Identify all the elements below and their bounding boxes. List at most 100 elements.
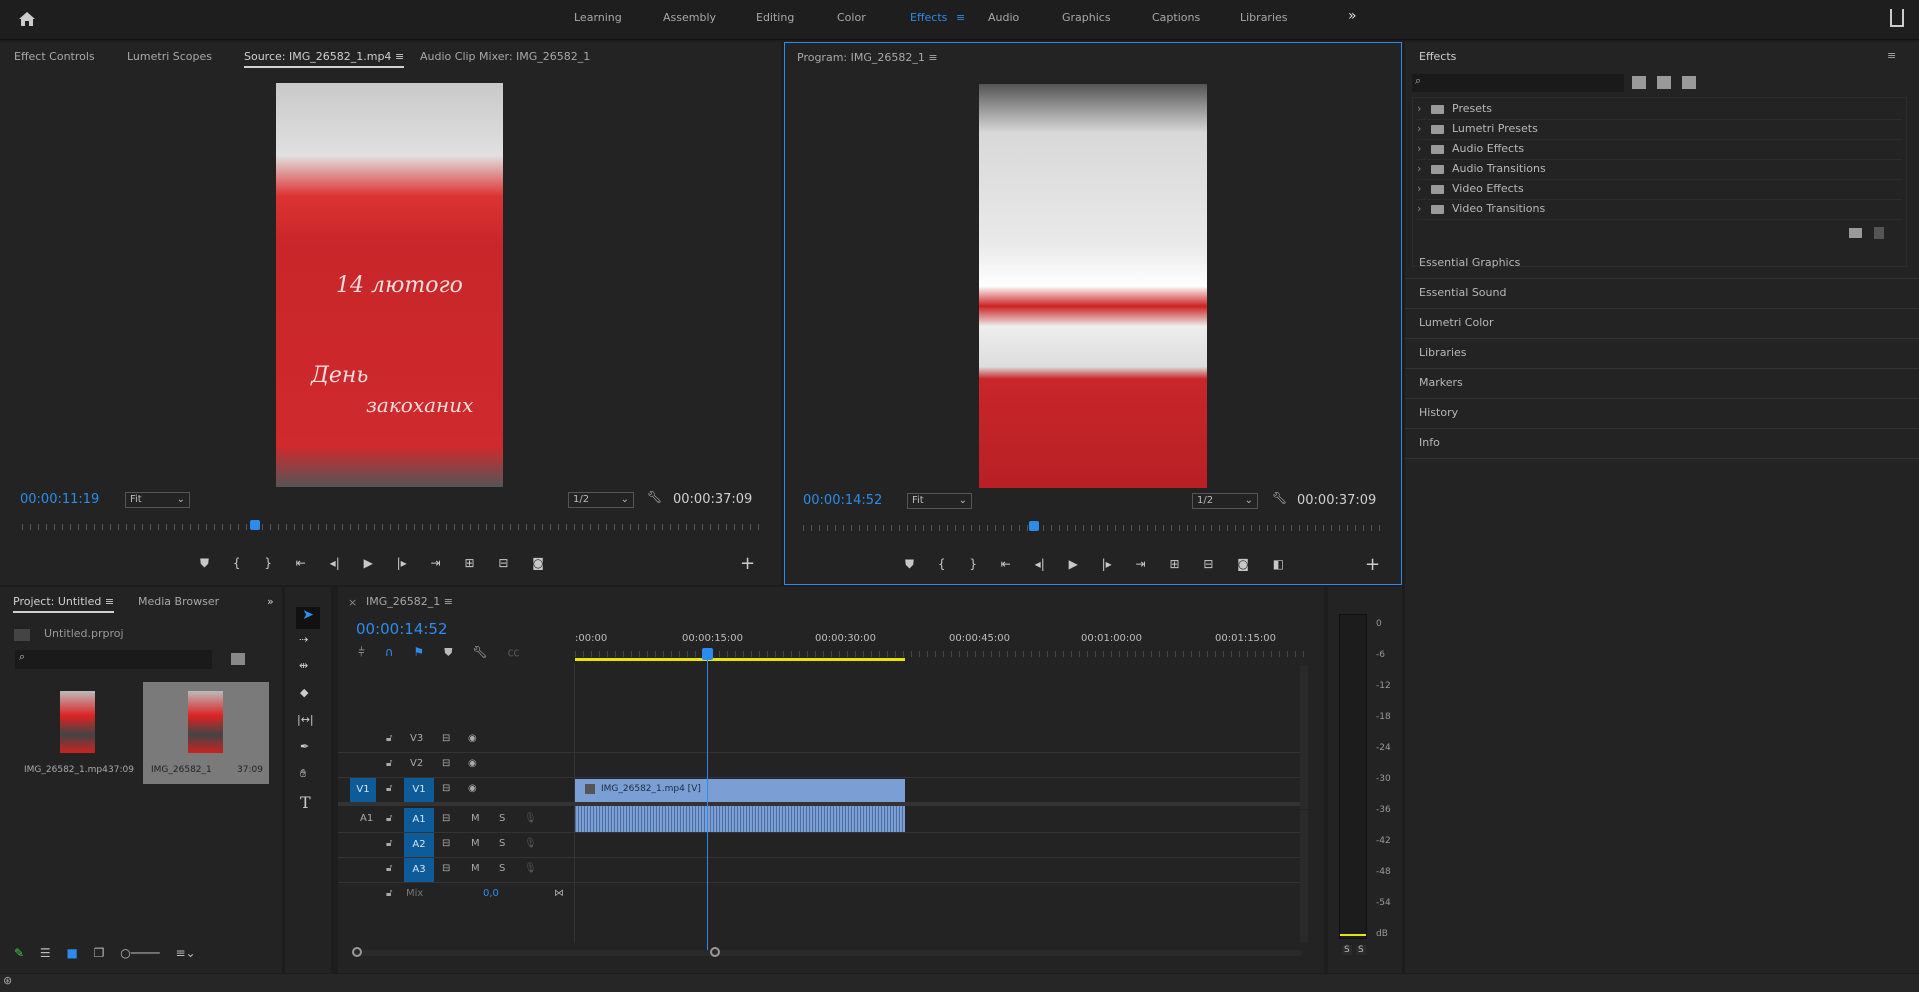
- source-patch-v1[interactable]: V1: [350, 778, 376, 802]
- chevron-down-icon[interactable]: ⌄: [186, 946, 196, 960]
- add-marker-icon[interactable]: ⛊: [444, 645, 453, 659]
- track-target-a3[interactable]: A3: [404, 858, 434, 882]
- workspace-graphics[interactable]: Graphics: [1062, 11, 1111, 24]
- eye-icon[interactable]: ◉: [468, 758, 477, 769]
- resolution-dropdown[interactable]: 1/2 ⌄: [568, 492, 634, 508]
- step-forward-icon[interactable]: |▸: [397, 556, 407, 570]
- trash-icon[interactable]: [1874, 227, 1884, 239]
- solo-left-button[interactable]: S: [1342, 945, 1352, 955]
- accelerated-effects-icon[interactable]: [1632, 76, 1646, 89]
- type-tool-icon[interactable]: T: [300, 793, 311, 812]
- wrench-icon[interactable]: 🔧︎: [647, 490, 662, 504]
- workspace-captions[interactable]: Captions: [1152, 11, 1200, 24]
- program-playhead[interactable]: [1029, 521, 1040, 531]
- effects-search-input[interactable]: ⌕: [1412, 74, 1624, 92]
- source-timecode[interactable]: 00:00:11:19: [20, 492, 99, 507]
- menu-icon[interactable]: ≡: [956, 11, 965, 24]
- overwrite-icon[interactable]: ⊟: [498, 556, 508, 570]
- mark-out-icon[interactable]: }: [969, 557, 977, 571]
- fit-dropdown[interactable]: Fit ⌄: [907, 493, 972, 509]
- solo-button[interactable]: S: [499, 838, 505, 849]
- program-title[interactable]: Program: IMG_26582_1 ≡: [797, 51, 938, 64]
- 32bit-effects-icon[interactable]: [1657, 76, 1671, 89]
- creative-cloud-icon[interactable]: ⊛: [0, 974, 12, 987]
- project-search-input[interactable]: ⌕: [15, 650, 212, 669]
- video-clip[interactable]: IMG_26582_1.mp4 [V]: [575, 779, 905, 802]
- solo-button[interactable]: S: [499, 863, 505, 874]
- snap-icon[interactable]: ∩: [385, 645, 394, 659]
- timeline-timecode[interactable]: 00:00:14:52: [356, 620, 448, 638]
- play-icon[interactable]: ▶: [364, 556, 373, 570]
- effects-folder[interactable]: › Video Effects: [1417, 182, 1902, 200]
- sync-lock-icon[interactable]: ⊟: [442, 813, 450, 824]
- project-item[interactable]: IMG_26582_1.mp4 37:09: [14, 682, 142, 784]
- slip-tool-icon[interactable]: |↔|: [297, 713, 314, 726]
- mute-button[interactable]: M: [471, 863, 480, 874]
- step-back-icon[interactable]: ◂|: [330, 556, 340, 570]
- vertical-scrollbar-video[interactable]: [1300, 666, 1308, 809]
- track-target-a2[interactable]: A2: [404, 833, 434, 857]
- effects-folder[interactable]: › Presets: [1417, 102, 1902, 120]
- lock-icon[interactable]: 🔓︎: [386, 888, 392, 899]
- playhead-line[interactable]: [707, 652, 708, 956]
- menu-icon[interactable]: ≡: [1887, 49, 1896, 62]
- lift-icon[interactable]: ⊞: [1169, 557, 1179, 571]
- share-icon[interactable]: [1890, 9, 1904, 27]
- panel-lumetri-color[interactable]: Lumetri Color: [1419, 316, 1494, 329]
- ripple-edit-tool-icon[interactable]: ⇹: [299, 659, 308, 672]
- close-icon[interactable]: ×: [348, 596, 357, 609]
- mute-button[interactable]: M: [471, 813, 480, 824]
- tab-audio-clip-mixer[interactable]: Audio Clip Mixer: IMG_26582_1: [420, 50, 590, 63]
- selection-tool-icon[interactable]: ➤: [296, 607, 320, 629]
- panel-essential-graphics[interactable]: Essential Graphics: [1419, 256, 1520, 269]
- icon-view-icon[interactable]: ■: [66, 946, 77, 960]
- tab-sequence[interactable]: IMG_26582_1 ≡: [366, 595, 453, 608]
- new-bin-icon[interactable]: [1849, 228, 1862, 238]
- timeline-ruler[interactable]: [575, 651, 1305, 657]
- tab-project[interactable]: Project: Untitled ≡: [13, 595, 115, 613]
- go-to-out-icon[interactable]: ⇥: [1136, 557, 1146, 571]
- program-timecode[interactable]: 00:00:14:52: [803, 493, 882, 508]
- source-patch-a1[interactable]: A1: [360, 813, 373, 824]
- more-workspaces-icon[interactable]: »: [1348, 8, 1357, 24]
- go-to-in-icon[interactable]: ⇤: [1001, 557, 1011, 571]
- add-button-icon[interactable]: +: [740, 553, 755, 574]
- effects-folder[interactable]: › Audio Effects: [1417, 142, 1902, 160]
- razor-tool-icon[interactable]: ◆: [300, 686, 308, 699]
- add-button-icon[interactable]: +: [1365, 554, 1380, 575]
- insert-icon[interactable]: ⊞: [464, 556, 474, 570]
- mute-button[interactable]: M: [471, 838, 480, 849]
- vertical-scrollbar-audio[interactable]: [1300, 810, 1308, 942]
- panel-libraries[interactable]: Libraries: [1419, 346, 1467, 359]
- mark-in-icon[interactable]: {: [233, 556, 241, 570]
- captions-icon[interactable]: ㏄: [507, 645, 519, 659]
- panel-info[interactable]: Info: [1419, 436, 1440, 449]
- lock-icon[interactable]: 🔓︎: [386, 863, 392, 874]
- solo-right-button[interactable]: S: [1356, 945, 1366, 955]
- camera-icon[interactable]: ◙: [532, 556, 544, 570]
- effects-folder[interactable]: › Audio Transitions: [1417, 162, 1902, 180]
- pen-tool-icon[interactable]: ✒: [300, 740, 309, 753]
- project-item-selected[interactable]: IMG_26582_1 37:09: [143, 682, 269, 784]
- program-time-ruler[interactable]: [803, 525, 1381, 531]
- sync-lock-icon[interactable]: ⊟: [442, 783, 450, 794]
- zoom-slider[interactable]: ○────: [120, 946, 159, 960]
- microphone-icon[interactable]: 🎙︎: [524, 838, 537, 849]
- marker-icon[interactable]: ⛊: [200, 556, 209, 570]
- eye-icon[interactable]: ◉: [468, 733, 477, 744]
- solo-button[interactable]: S: [499, 813, 505, 824]
- tab-lumetri-scopes[interactable]: Lumetri Scopes: [127, 50, 212, 63]
- panel-markers[interactable]: Markers: [1419, 376, 1463, 389]
- step-back-icon[interactable]: ◂|: [1035, 557, 1045, 571]
- microphone-icon[interactable]: 🎙︎: [524, 813, 537, 824]
- eye-icon[interactable]: ◉: [468, 783, 477, 794]
- workspace-editing[interactable]: Editing: [756, 11, 794, 24]
- camera-icon[interactable]: ◙: [1237, 557, 1249, 571]
- workspace-assembly[interactable]: Assembly: [663, 11, 716, 24]
- mix-expand-icon[interactable]: ⋈: [554, 888, 564, 899]
- lock-icon[interactable]: 🔓︎: [386, 813, 392, 824]
- marker-icon[interactable]: ⛊: [905, 557, 914, 571]
- find-icon[interactable]: [231, 653, 245, 665]
- menu-icon[interactable]: ≡: [928, 51, 937, 64]
- workspace-learning[interactable]: Learning: [574, 11, 622, 24]
